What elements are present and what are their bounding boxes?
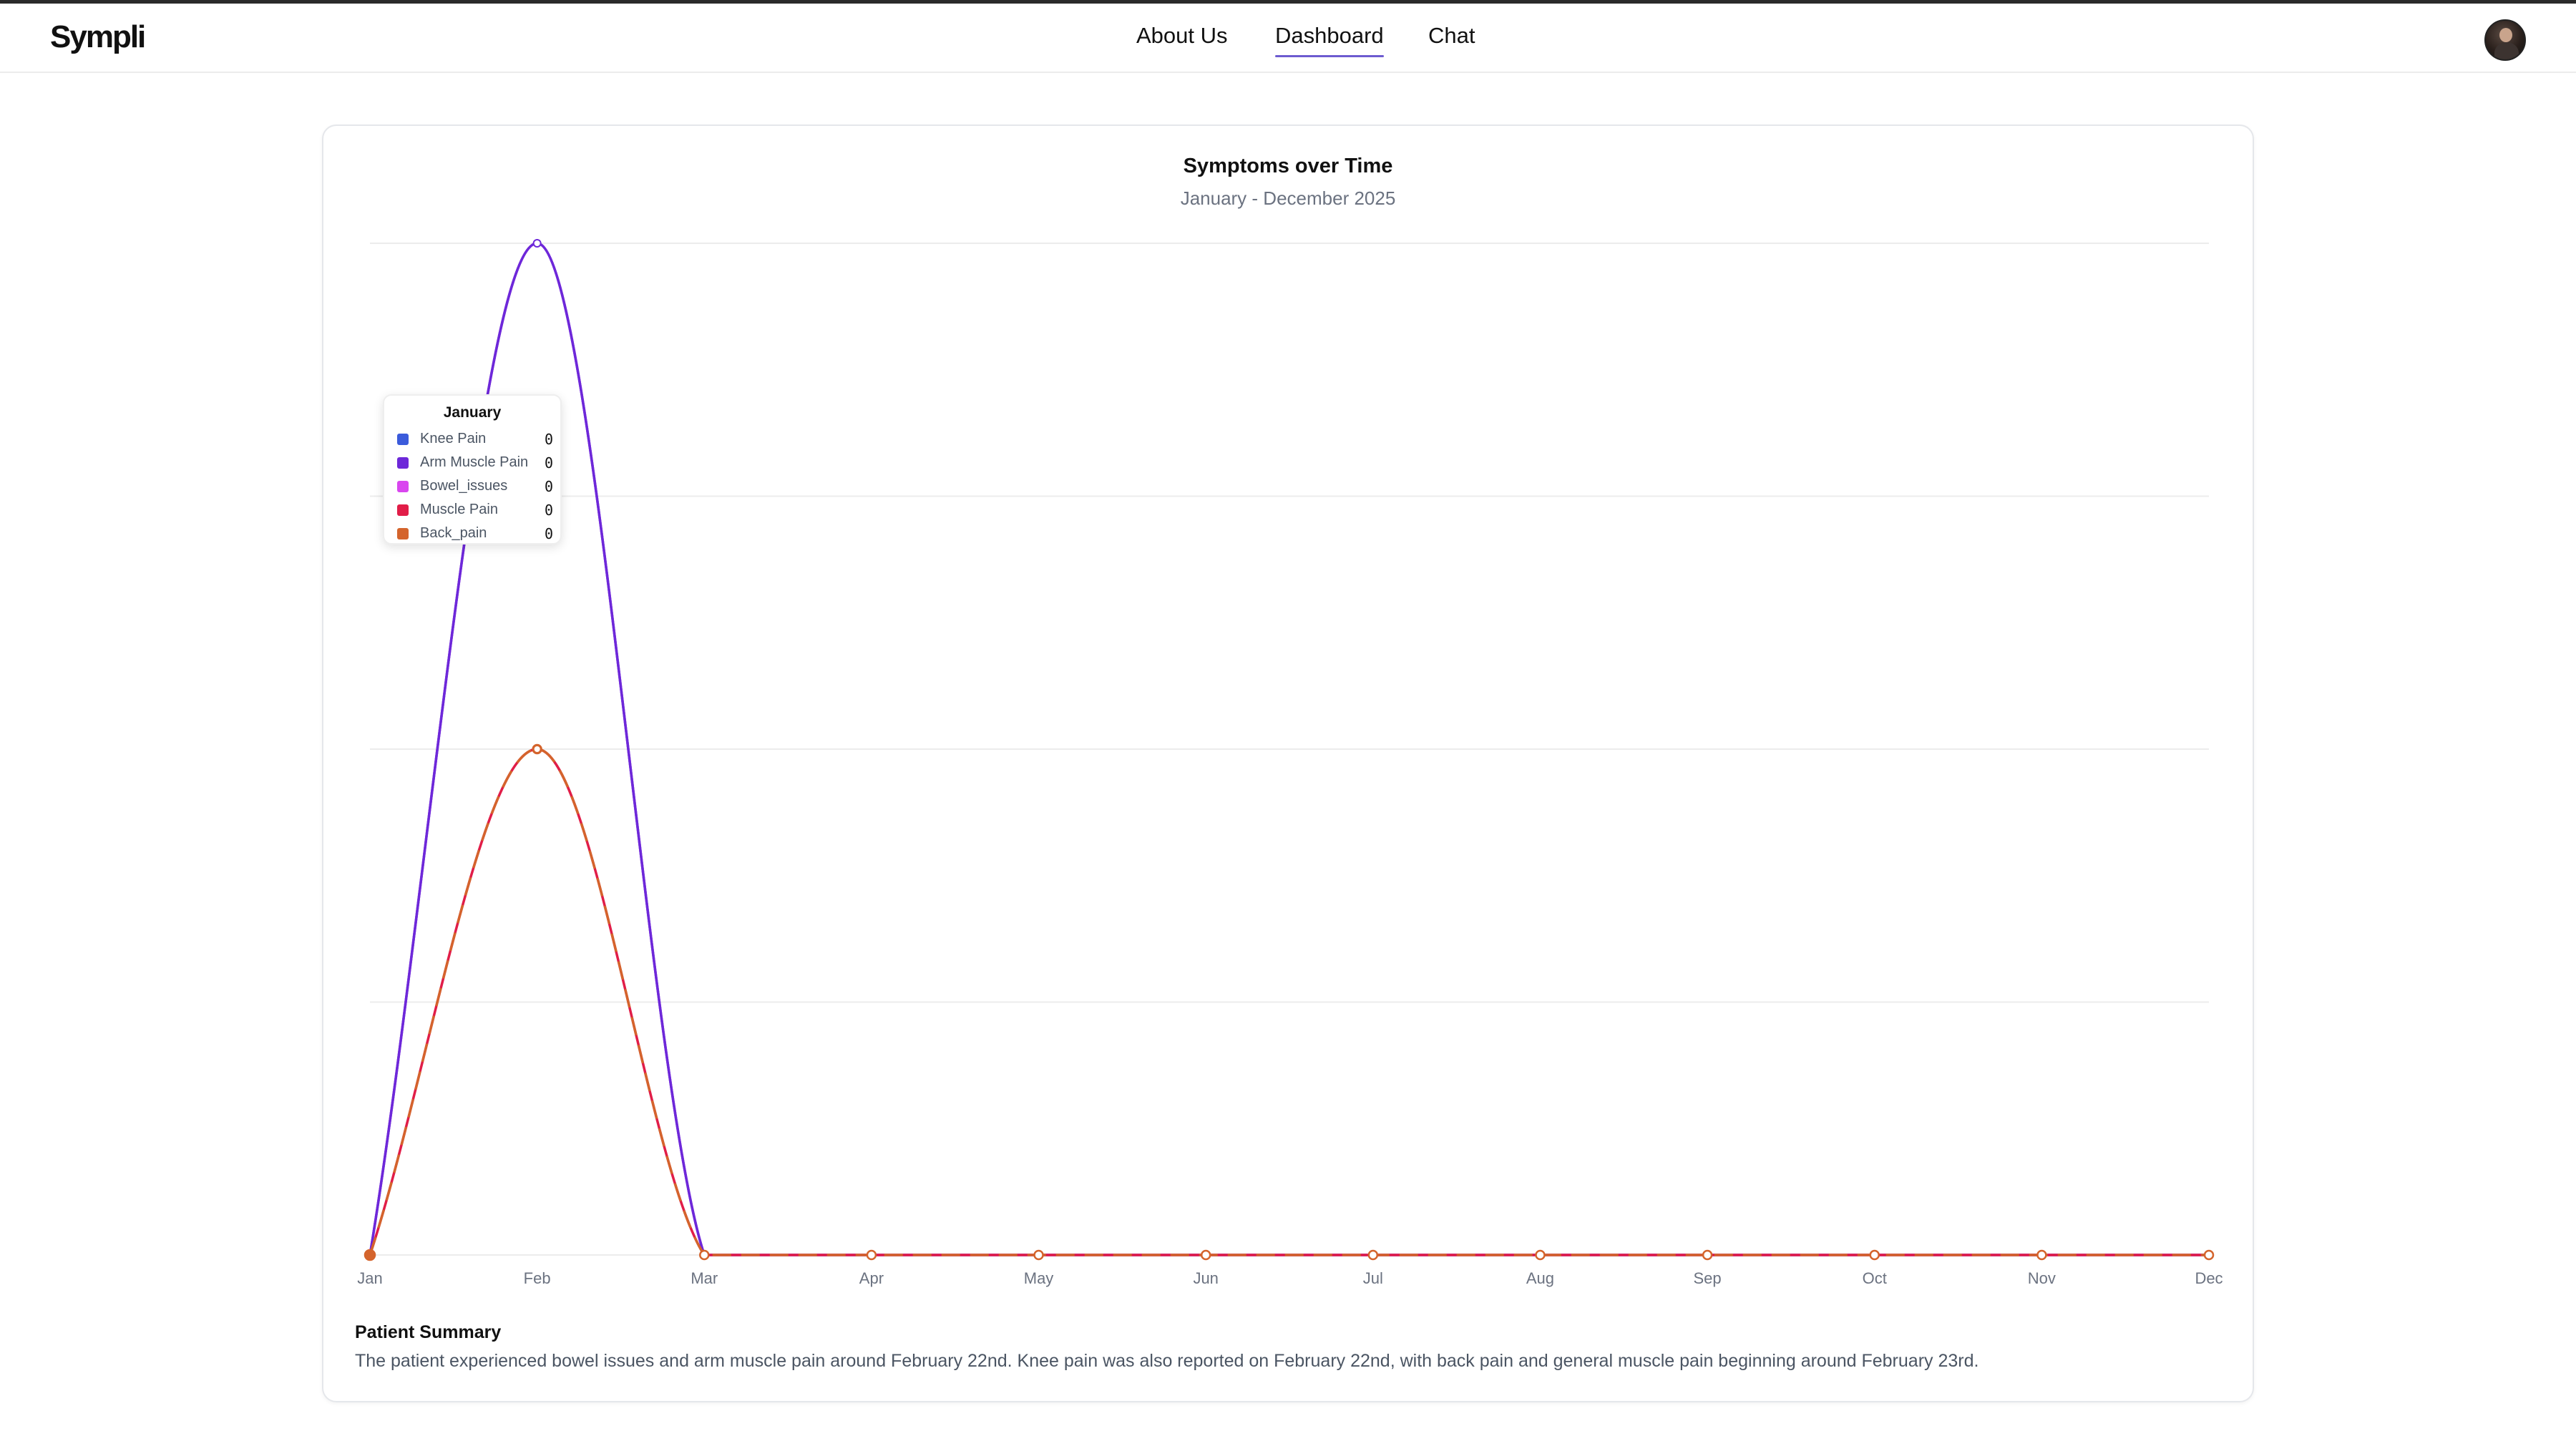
user-avatar[interactable] bbox=[2484, 19, 2526, 61]
tooltip-row-muscle-pain: Muscle Pain 0 bbox=[397, 501, 556, 519]
knee-pain-swatch bbox=[397, 434, 409, 445]
x-tick-label: Aug bbox=[1526, 1269, 1554, 1287]
tooltip-series-name: Arm Muscle Pain bbox=[420, 454, 529, 470]
data-point bbox=[1702, 1249, 1713, 1261]
x-tick-label: Jan bbox=[357, 1269, 382, 1287]
tooltip-series-name: Bowel_issues bbox=[420, 478, 508, 494]
data-point bbox=[1033, 1249, 1044, 1261]
data-point bbox=[532, 745, 542, 753]
top-navigation-bar: Sympli About Us Dashboard Chat bbox=[0, 0, 2576, 73]
tooltip-series-name: Back_pain bbox=[420, 525, 487, 541]
tooltip-row-knee-pain: Knee Pain 0 bbox=[397, 430, 556, 449]
back-pain-swatch bbox=[397, 528, 409, 539]
data-point bbox=[699, 1249, 710, 1261]
x-tick-label: Jul bbox=[1363, 1269, 1383, 1287]
data-point bbox=[1367, 1249, 1379, 1261]
x-tick-label: Jun bbox=[1193, 1269, 1218, 1287]
data-point bbox=[866, 1249, 877, 1261]
data-point bbox=[2203, 1249, 2215, 1261]
tooltip-series-value: 0 bbox=[544, 431, 553, 448]
tooltip-series-value: 0 bbox=[544, 478, 553, 495]
x-tick-label: Nov bbox=[2028, 1269, 2056, 1287]
tooltip-row-arm-muscle-pain: Arm Muscle Pain 0 bbox=[397, 454, 556, 472]
patient-summary-text: The patient experienced bowel issues and… bbox=[355, 1351, 1979, 1371]
tooltip-series-name: Knee Pain bbox=[420, 431, 487, 446]
tooltip-row-back-pain: Back_pain 0 bbox=[397, 524, 556, 543]
x-tick-label: May bbox=[1024, 1269, 1054, 1287]
x-tick-label: Oct bbox=[1863, 1269, 1887, 1287]
symptoms-line-chart[interactable]: Jan Feb Mar Apr May Jun Jul Aug Sep Oct Nov Dec bbox=[323, 126, 2255, 1299]
tooltip-series-name: Muscle Pain bbox=[420, 502, 498, 517]
symptoms-chart-card: Symptoms over Time January - December 20… bbox=[322, 124, 2254, 1402]
x-tick-label: Dec bbox=[2195, 1269, 2223, 1287]
x-tick-label: Mar bbox=[691, 1269, 718, 1287]
data-point bbox=[364, 1249, 376, 1261]
main-nav: About Us Dashboard Chat bbox=[0, 4, 2576, 75]
tooltip-title: January bbox=[443, 404, 502, 421]
data-point bbox=[532, 239, 542, 248]
nav-about-us[interactable]: About Us bbox=[1136, 23, 1228, 49]
tooltip-series-value: 0 bbox=[544, 502, 553, 519]
muscle-pain-swatch bbox=[397, 504, 409, 516]
tooltip-series-value: 0 bbox=[544, 525, 553, 542]
arm-muscle-pain-swatch bbox=[397, 457, 409, 469]
x-tick-label: Sep bbox=[1694, 1269, 1722, 1287]
chart-tooltip: January Knee Pain 0 Arm Muscle Pain 0 Bo… bbox=[383, 394, 562, 544]
bowel-issues-swatch bbox=[397, 481, 409, 492]
tooltip-series-value: 0 bbox=[544, 454, 553, 472]
data-point bbox=[1535, 1249, 1546, 1261]
data-point bbox=[2036, 1249, 2047, 1261]
x-tick-label: Feb bbox=[524, 1269, 551, 1287]
patient-summary-title: Patient Summary bbox=[355, 1322, 502, 1342]
tooltip-row-bowel-issues: Bowel_issues 0 bbox=[397, 477, 556, 496]
nav-chat[interactable]: Chat bbox=[1428, 23, 1475, 49]
data-point bbox=[1200, 1249, 1211, 1261]
data-point bbox=[1869, 1249, 1880, 1261]
nav-dashboard[interactable]: Dashboard bbox=[1275, 23, 1384, 57]
x-tick-label: Apr bbox=[859, 1269, 884, 1287]
